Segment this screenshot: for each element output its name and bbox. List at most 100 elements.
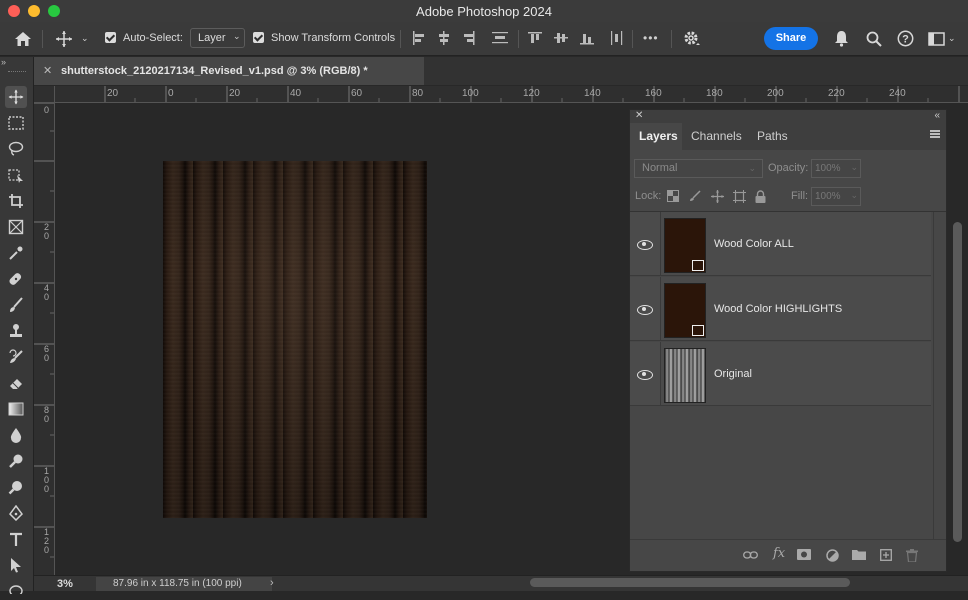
tab-channels[interactable]: Channels: [691, 129, 742, 143]
shape-tool-icon[interactable]: [5, 578, 27, 600]
show-transform-label: Show Transform Controls: [271, 32, 396, 44]
object-selection-tool-icon[interactable]: [5, 164, 27, 186]
chevron-down-icon[interactable]: ⌄: [948, 34, 956, 43]
panel-menu-icon[interactable]: [930, 130, 940, 138]
tab-paths[interactable]: Paths: [757, 129, 788, 143]
status-menu-chevron-icon[interactable]: ›: [270, 577, 274, 589]
ruler-label: 80: [412, 88, 424, 99]
auto-select-label: Auto-Select:: [123, 32, 183, 44]
help-icon[interactable]: ?: [897, 30, 914, 49]
lock-image-pixels-icon[interactable]: [689, 190, 701, 205]
tab-layers[interactable]: Layers: [639, 129, 678, 143]
pen-tool-icon[interactable]: [5, 502, 27, 524]
zoom-tool-icon[interactable]: [5, 476, 27, 498]
workspace-icon[interactable]: [928, 32, 945, 48]
healing-brush-tool-icon[interactable]: [5, 268, 27, 290]
layer-name[interactable]: Wood Color HIGHLIGHTS: [714, 303, 842, 315]
home-icon[interactable]: [14, 31, 32, 49]
layer-name[interactable]: Wood Color ALL: [714, 238, 794, 250]
add-mask-icon[interactable]: [797, 549, 811, 563]
layer-row-wood-color-all[interactable]: Wood Color ALL: [630, 212, 931, 276]
align-right-icon[interactable]: [462, 31, 476, 47]
gradient-tool-icon[interactable]: [5, 398, 27, 420]
link-layers-icon[interactable]: [743, 549, 758, 563]
layer-thumbnail[interactable]: [664, 283, 706, 338]
distribute-icon[interactable]: [492, 31, 508, 47]
document-tab[interactable]: ✕ shutterstock_2120217134_Revised_v1.psd…: [34, 57, 424, 85]
zoom-level[interactable]: 3%: [57, 578, 73, 590]
chevron-down-icon[interactable]: ⌄: [850, 187, 858, 204]
vertical-scrollbar[interactable]: [953, 222, 962, 542]
toolbar-grip[interactable]: [8, 71, 26, 73]
fx-icon[interactable]: fx: [773, 546, 785, 561]
eraser-tool-icon[interactable]: [5, 372, 27, 394]
eye-icon[interactable]: [636, 303, 654, 315]
chevron-down-icon[interactable]: ⌄: [850, 159, 858, 176]
gear-icon[interactable]: [683, 30, 701, 50]
collapse-panel-icon[interactable]: «: [934, 110, 940, 121]
blur-tool-icon[interactable]: [5, 424, 27, 446]
crop-tool-icon[interactable]: [5, 190, 27, 212]
document-image-wood-planks[interactable]: [163, 161, 427, 518]
eye-icon[interactable]: [636, 368, 654, 380]
lock-all-icon[interactable]: [755, 190, 766, 206]
more-options-icon[interactable]: •••: [643, 32, 659, 44]
share-button[interactable]: Share: [764, 27, 818, 50]
layers-scroll-track[interactable]: [933, 212, 946, 539]
frame-tool-icon[interactable]: [5, 216, 27, 238]
chevron-down-icon[interactable]: ⌄: [81, 34, 89, 43]
fill-label: Fill:: [791, 190, 809, 202]
lock-artboard-icon[interactable]: [733, 190, 746, 206]
opacity-input[interactable]: 100% ⌄: [811, 159, 861, 178]
layer-row-original[interactable]: Original: [630, 342, 931, 406]
brush-tool-icon[interactable]: [5, 294, 27, 316]
fill-input[interactable]: 100% ⌄: [811, 187, 861, 206]
layer-thumbnail[interactable]: [664, 348, 706, 403]
collapse-toolbar-icon[interactable]: »: [1, 57, 6, 67]
search-icon[interactable]: [866, 31, 882, 49]
show-transform-checkbox[interactable]: [253, 32, 264, 43]
layer-mask-icon[interactable]: [692, 260, 704, 271]
align-top-icon[interactable]: [528, 31, 542, 47]
vertical-ruler[interactable]: 0 20 40 60 80 100 120: [34, 103, 55, 575]
horizontal-ruler[interactable]: 20 0 20 40 60 80 100 120 140 160 180 200…: [55, 86, 968, 103]
ruler-label: 0: [43, 105, 49, 115]
close-tab-icon[interactable]: ✕: [43, 64, 52, 77]
clone-stamp-tool-icon[interactable]: [5, 320, 27, 342]
distribute-vertical-icon[interactable]: [610, 31, 624, 47]
layer-row-wood-color-highlights[interactable]: Wood Color HIGHLIGHTS: [630, 277, 931, 341]
move-tool-icon[interactable]: [55, 30, 73, 50]
close-panel-icon[interactable]: ✕: [635, 110, 643, 121]
path-selection-tool-icon[interactable]: [5, 554, 27, 576]
document-info[interactable]: 87.96 in x 118.75 in (100 ppi): [96, 577, 272, 591]
trash-icon[interactable]: [906, 549, 918, 565]
align-bottom-icon[interactable]: [580, 31, 594, 47]
move-tool-icon[interactable]: [5, 86, 27, 108]
lasso-tool-icon[interactable]: [5, 138, 27, 160]
new-layer-icon[interactable]: [880, 549, 892, 564]
adjustment-layer-icon[interactable]: [826, 549, 839, 565]
ruler-origin[interactable]: [34, 86, 55, 103]
align-center-icon[interactable]: [437, 31, 451, 47]
marquee-tool-icon[interactable]: [5, 112, 27, 134]
auto-select-checkbox[interactable]: [105, 32, 116, 43]
layer-mask-icon[interactable]: [692, 325, 704, 336]
lock-position-icon[interactable]: [711, 190, 724, 206]
eyedropper-tool-icon[interactable]: [5, 242, 27, 264]
eye-icon[interactable]: [636, 238, 654, 250]
document-tab-bar: ✕ shutterstock_2120217134_Revised_v1.psd…: [34, 57, 968, 85]
history-brush-tool-icon[interactable]: [5, 346, 27, 368]
ruler-label: 60: [351, 88, 363, 99]
align-left-icon[interactable]: [412, 31, 426, 47]
horizontal-scrollbar[interactable]: [530, 578, 850, 587]
dodge-tool-icon[interactable]: [5, 450, 27, 472]
auto-select-target-dropdown[interactable]: Layer ⌄: [190, 28, 245, 48]
type-tool-icon[interactable]: [5, 528, 27, 550]
blend-mode-dropdown[interactable]: Normal ⌄: [634, 159, 763, 178]
align-middle-icon[interactable]: [554, 31, 568, 47]
bell-icon[interactable]: [834, 30, 849, 49]
folder-icon[interactable]: [852, 549, 866, 563]
layer-thumbnail[interactable]: [664, 218, 706, 273]
layer-name[interactable]: Original: [714, 368, 752, 380]
lock-transparent-pixels-icon[interactable]: [667, 190, 679, 205]
